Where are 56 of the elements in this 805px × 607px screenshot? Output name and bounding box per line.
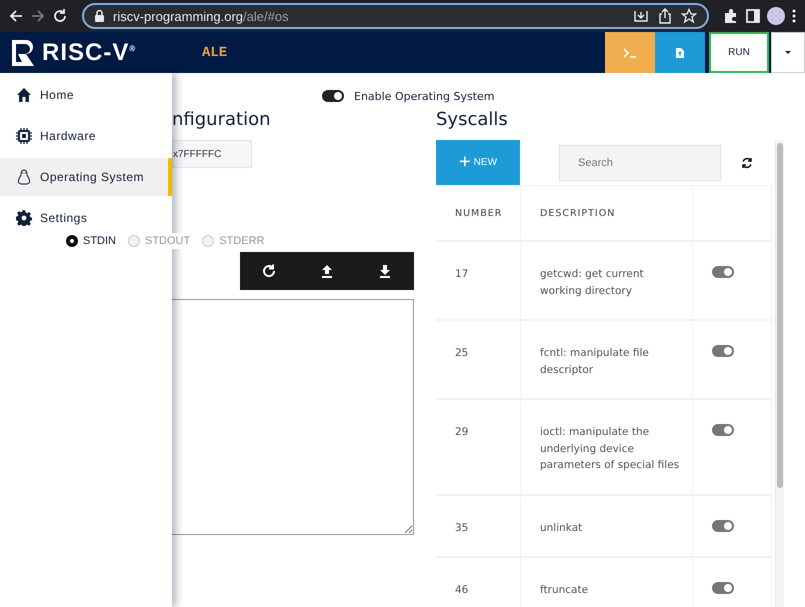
column-header: DESCRIPTION	[521, 186, 693, 240]
syscall-toggle[interactable]	[712, 266, 734, 278]
terminal-icon	[623, 48, 637, 58]
home-icon	[16, 87, 32, 103]
star-icon[interactable]	[681, 8, 697, 24]
sidebar-item[interactable]: Home	[0, 76, 172, 114]
scrollbar[interactable]	[775, 140, 784, 607]
back-icon[interactable]	[8, 8, 24, 24]
profile-avatar[interactable]	[767, 7, 785, 25]
side-panel-icon[interactable]	[745, 8, 761, 24]
table-cell: 46	[436, 558, 521, 607]
sidebar-item[interactable]: Operating System	[0, 158, 172, 196]
column-header: NUMBER	[436, 186, 521, 240]
penguin-icon	[16, 169, 32, 185]
stream-radio[interactable]: STDIN	[66, 235, 116, 247]
reload-icon[interactable]	[52, 8, 68, 24]
logo-text: RISC-V$^{®}$	[42, 38, 136, 66]
share-icon[interactable]	[657, 8, 673, 24]
caret-icon	[785, 50, 791, 54]
syscalls-heading: Syscalls	[436, 109, 509, 130]
stack-input[interactable]: x7FFFFFC	[172, 140, 252, 168]
table-cell: getcwd: get current working directory	[521, 242, 693, 319]
file-upload-button[interactable]	[655, 32, 705, 73]
upload-icon[interactable]	[320, 264, 334, 278]
table-cell: 29	[436, 400, 521, 494]
logo-icon	[12, 40, 36, 66]
table-cell: 17	[436, 242, 521, 319]
enable-os-label: Enable Operating System	[354, 90, 494, 102]
sidebar-item[interactable]: Hardware	[0, 117, 172, 155]
section-heading: nfiguration	[172, 109, 272, 130]
refresh-icon[interactable]	[741, 156, 753, 168]
download-icon[interactable]	[378, 264, 392, 278]
table-cell: fcntl: manipulate file descriptor	[521, 321, 693, 398]
forward-icon[interactable]	[30, 8, 46, 24]
puzzle-icon[interactable]	[723, 8, 739, 24]
file-icon	[676, 48, 684, 58]
run-button[interactable]: RUN	[709, 32, 769, 73]
syscall-toggle[interactable]	[712, 345, 734, 357]
more-icon[interactable]	[791, 8, 797, 24]
table-cell: ioctl: manipulate the underlying device parameters of special files	[521, 400, 693, 494]
syscall-toggle[interactable]	[712, 424, 734, 436]
search-field[interactable]: Search	[559, 144, 721, 180]
table-cell: unlinkat	[521, 496, 693, 556]
lock-icon	[94, 8, 105, 24]
app-name: ALE	[202, 44, 228, 60]
table-cell: ftruncate	[521, 558, 693, 607]
table-cell: 25	[436, 321, 521, 398]
sidebar-item[interactable]: Settings	[0, 199, 172, 237]
enable-os-toggle[interactable]	[322, 90, 344, 102]
settings-icon	[16, 210, 32, 226]
syscall-toggle[interactable]	[712, 520, 734, 532]
address-bar[interactable]: riscv-programming.org/ale/#os	[82, 3, 709, 29]
download-icon[interactable]	[633, 8, 649, 24]
chip-icon	[16, 128, 32, 144]
table-cell: 35	[436, 496, 521, 556]
syscall-toggle[interactable]	[712, 582, 734, 594]
